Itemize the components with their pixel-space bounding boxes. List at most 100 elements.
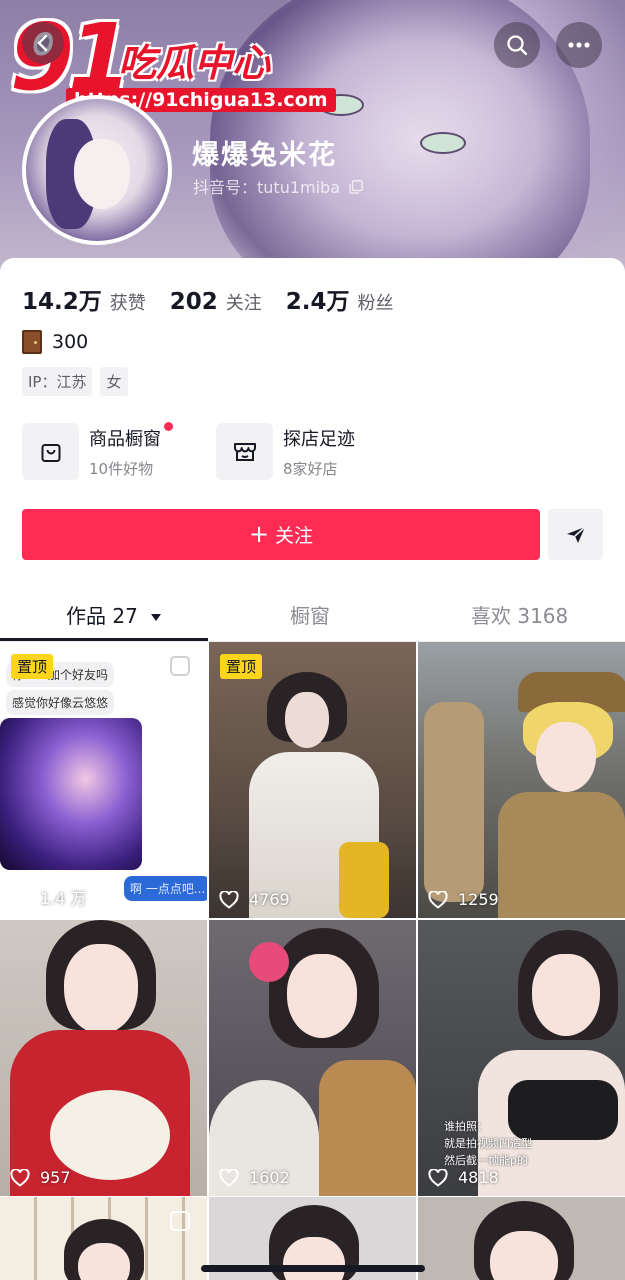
video-thumbnail-detail — [50, 1090, 170, 1180]
likes-count[interactable]: 14.2万 — [22, 282, 102, 316]
video-thumbnail-body — [319, 1060, 416, 1196]
caret-down-icon — [151, 614, 162, 621]
like-count: 1602 — [219, 1168, 290, 1187]
like-count-value: 1.4 万 — [40, 889, 87, 908]
notification-dot — [164, 421, 173, 431]
pinned-badge: 置顶 — [11, 654, 54, 679]
like-count-value: 957 — [40, 1168, 71, 1187]
video-tile[interactable]: 你……加个好友吗 感觉你好像云悠悠 啊 一点点吧... 置顶 1.4 万 — [0, 642, 207, 918]
profile-tags: IP：江苏 女 — [22, 367, 128, 396]
video-thumbnail-detail — [339, 842, 389, 918]
heart-icon — [10, 1168, 30, 1187]
following-count[interactable]: 202 — [170, 289, 218, 315]
video-tile[interactable]: 1259 — [418, 642, 625, 918]
video-thumbnail-face — [64, 944, 138, 1034]
heart-icon — [428, 890, 448, 909]
store-icon-wrap — [216, 423, 273, 480]
store-visits-title: 探店足迹 — [283, 428, 355, 450]
shopping-bag-icon — [41, 443, 60, 462]
store-visits-subtitle: 8家好店 — [283, 459, 338, 478]
following-label[interactable]: 关注 — [226, 289, 262, 315]
content-tabs: 作品 27 橱窗 喜欢 3168 — [0, 588, 625, 640]
video-caption-line: 谁拍照： — [444, 1120, 488, 1133]
video-thumbnail-image — [0, 718, 142, 870]
video-thumbnail-face — [532, 954, 600, 1036]
douyin-id: 抖音号：tutu1miba — [193, 178, 341, 197]
video-thumbnail-flower — [249, 942, 289, 982]
chat-bubble: 感觉你好像云悠悠 — [6, 690, 115, 715]
heart-icon — [219, 1168, 239, 1187]
video-thumbnail-detail — [424, 702, 484, 902]
like-count-value: 1602 — [249, 1168, 290, 1187]
ip-location-tag: IP：江苏 — [22, 367, 93, 396]
profile-nickname: 爆爆兔米花 — [192, 140, 337, 171]
tab-likes[interactable]: 喜欢 3168 — [471, 600, 568, 629]
product-showcase-label: 商品橱窗 — [89, 428, 161, 450]
banner-artwork-eye — [420, 132, 466, 154]
share-button[interactable] — [548, 509, 603, 560]
like-count: 1259 — [428, 890, 499, 909]
video-tile[interactable]: 置顶 4769 — [209, 642, 416, 918]
follow-label: 关注 — [275, 525, 314, 547]
avatar-face — [74, 139, 130, 209]
plus-icon: + — [248, 519, 270, 548]
watermark-name: 吃瓜中心 — [118, 41, 271, 85]
door-badge: 300 — [22, 330, 88, 354]
heart-icon — [428, 1168, 448, 1187]
multi-image-icon — [170, 1211, 190, 1231]
video-tile[interactable]: 谁拍照： 就是拍视频凹造型 然后截一帧能p的 4818 — [418, 920, 625, 1196]
video-thumbnail-body — [498, 792, 625, 918]
video-thumbnail-face — [283, 1237, 345, 1280]
door-icon — [22, 330, 42, 354]
video-caption-line: 然后截一帧能p的 — [444, 1154, 528, 1167]
video-tile[interactable]: 957 — [0, 920, 207, 1196]
like-count: 4769 — [219, 890, 290, 909]
like-count-value: 4818 — [458, 1168, 499, 1187]
tab-works[interactable]: 作品 27 — [66, 600, 162, 629]
home-indicator[interactable] — [201, 1265, 425, 1272]
like-count: 957 — [10, 1168, 71, 1187]
gender-tag: 女 — [100, 367, 128, 396]
store-icon — [233, 442, 256, 461]
copy-icon[interactable] — [349, 180, 363, 194]
avatar[interactable] — [22, 95, 172, 245]
video-thumbnail-face — [78, 1243, 130, 1280]
chat-bubble: 啊 一点点吧... — [124, 876, 207, 901]
back-button[interactable] — [22, 22, 64, 64]
search-icon — [507, 35, 528, 56]
more-button[interactable] — [556, 22, 602, 68]
pinned-badge: 置顶 — [220, 654, 263, 679]
like-count-value: 1259 — [458, 890, 499, 909]
tab-showcase[interactable]: 橱窗 — [290, 600, 330, 629]
shopping-bag-icon-wrap — [22, 423, 79, 480]
video-caption-line: 就是拍视频凹造型 — [444, 1137, 532, 1150]
product-showcase-entry[interactable]: 商品橱窗 10件好物 — [22, 421, 173, 480]
video-thumbnail-face — [536, 722, 596, 792]
followers-count[interactable]: 2.4万 — [286, 282, 350, 316]
video-thumbnail-face — [287, 954, 357, 1038]
door-count: 300 — [52, 331, 89, 353]
douyin-id-row[interactable]: 抖音号：tutu1miba — [193, 174, 363, 198]
heart-icon — [219, 890, 239, 909]
video-thumbnail-face — [490, 1231, 558, 1280]
heart-icon — [10, 888, 30, 906]
video-tile[interactable]: 1602 — [209, 920, 416, 1196]
search-button[interactable] — [494, 22, 540, 68]
like-count: 4818 — [428, 1168, 499, 1187]
store-visits-entry[interactable]: 探店足迹 8家好店 — [216, 423, 355, 480]
profile-stats: 14.2万 获赞 202 关注 2.4万 粉丝 — [22, 282, 418, 316]
back-icon — [37, 34, 48, 52]
more-icon — [568, 42, 590, 48]
video-thumbnail-face — [285, 692, 329, 748]
follow-button[interactable]: + 关注 — [22, 509, 540, 560]
video-tile[interactable] — [0, 1197, 207, 1280]
send-icon — [566, 525, 586, 543]
video-caption: 谁拍照： 就是拍视频凹造型 然后截一帧能p的 — [444, 1118, 532, 1169]
like-count: 1.4 万 — [10, 885, 87, 909]
like-count-value: 4769 — [249, 890, 290, 909]
followers-label[interactable]: 粉丝 — [358, 289, 394, 315]
likes-label[interactable]: 获赞 — [110, 289, 146, 315]
multi-image-icon — [170, 656, 190, 676]
video-tile[interactable] — [418, 1197, 625, 1280]
product-showcase-title: 商品橱窗 — [89, 421, 173, 451]
